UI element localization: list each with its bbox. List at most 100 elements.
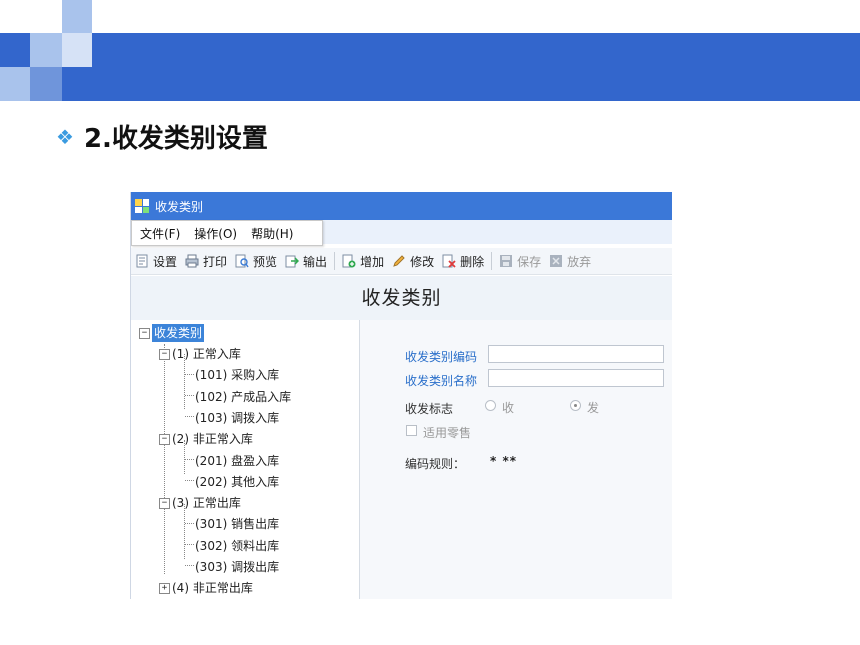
settings-button-label: 设置 bbox=[153, 254, 178, 269]
tree-leaf[interactable]: (303) 调拨出库 bbox=[195, 558, 279, 576]
window-title: 收发类别 bbox=[155, 199, 204, 214]
tree-leaf-label: (303) 调拨出库 bbox=[195, 560, 280, 574]
collapse-icon[interactable]: − bbox=[159, 348, 170, 360]
tree-connector-line bbox=[185, 459, 194, 460]
tree-group[interactable]: − (2) 非正常入库 bbox=[159, 430, 253, 448]
discard-button-label: 放弃 bbox=[567, 254, 592, 269]
name-input[interactable] bbox=[488, 369, 664, 387]
print-icon bbox=[185, 254, 199, 268]
tree-connector-line bbox=[185, 374, 194, 375]
export-button[interactable]: 输出 bbox=[285, 253, 327, 270]
tree-group-label: (3) 正常出库 bbox=[172, 496, 241, 511]
save-icon bbox=[500, 255, 513, 267]
tree-connector-line bbox=[185, 480, 194, 481]
tree-group[interactable]: − (1) 正常入库 bbox=[159, 345, 241, 363]
tree-leaf-label: (101) 采购入库 bbox=[195, 368, 280, 383]
retail-checkbox-label: 适用零售 bbox=[423, 426, 472, 440]
tree-connector-line bbox=[184, 504, 185, 559]
retail-checkbox[interactable] bbox=[406, 425, 417, 436]
header-decor-square bbox=[62, 33, 92, 67]
edit-pencil-icon bbox=[393, 255, 405, 267]
tree-leaf[interactable]: (103) 调拨入库 bbox=[195, 409, 279, 427]
preview-button-label: 预览 bbox=[253, 254, 278, 269]
header-decor-square bbox=[62, 0, 92, 33]
menu-help[interactable]: 帮助(H) bbox=[251, 225, 293, 242]
radio-send-label: 发 bbox=[587, 401, 600, 415]
tree-group[interactable]: + (4) 非正常出库 bbox=[159, 579, 253, 597]
name-label: 收发类别名称 bbox=[405, 374, 478, 388]
tree-group-label: (1) 正常入库 bbox=[172, 347, 241, 361]
tree-leaf-label: (102) 产成品入库 bbox=[195, 389, 292, 404]
tree-leaf[interactable]: (101) 采购入库 bbox=[195, 366, 279, 384]
tree-connector-line bbox=[185, 565, 194, 566]
collapse-icon[interactable]: − bbox=[159, 497, 170, 509]
flag-label: 收发标志 bbox=[405, 402, 454, 416]
form-title-bar: 收发类别 bbox=[131, 276, 672, 321]
tree-root[interactable]: − 收发类别 bbox=[139, 324, 205, 342]
form-title: 收发类别 bbox=[361, 287, 442, 309]
rule-value: * ** bbox=[490, 454, 518, 468]
add-button[interactable]: 增加 bbox=[342, 253, 384, 270]
settings-icon bbox=[136, 254, 148, 268]
slide-title-text: 2.收发类别设置 bbox=[83, 124, 268, 154]
menubar-background bbox=[321, 220, 672, 244]
menu-file[interactable]: 文件(F) bbox=[140, 225, 180, 242]
delete-button-label: 删除 bbox=[460, 254, 485, 269]
tree-leaf[interactable]: (301) 销售出库 bbox=[195, 515, 279, 533]
settings-button[interactable]: 设置 bbox=[135, 253, 177, 270]
tree-leaf-label: (302) 领料出库 bbox=[195, 538, 280, 553]
tree-root-label: 收发类别 bbox=[152, 324, 205, 342]
collapse-icon[interactable]: − bbox=[159, 433, 170, 445]
save-button[interactable]: 保存 bbox=[499, 253, 541, 270]
toolbar-separator bbox=[491, 252, 493, 270]
tree-leaf-label: (301) 销售出库 bbox=[195, 517, 280, 532]
slide-header-bar bbox=[0, 33, 860, 101]
tree-connector-line bbox=[185, 395, 194, 396]
app-icon bbox=[135, 199, 149, 213]
discard-icon bbox=[550, 255, 563, 267]
tree-connector-line bbox=[164, 344, 165, 574]
tree-leaf[interactable]: (102) 产成品入库 bbox=[195, 388, 291, 406]
rule-label: 编码规则： bbox=[405, 457, 466, 471]
radio-receive[interactable] bbox=[485, 400, 496, 411]
tree-leaf[interactable]: (202) 其他入库 bbox=[195, 473, 279, 491]
tree-group[interactable]: − (3) 正常出库 bbox=[159, 494, 241, 512]
tree-leaf[interactable]: (302) 领料出库 bbox=[195, 537, 279, 555]
tree-leaf-label: (103) 调拨入库 bbox=[195, 410, 280, 425]
add-button-label: 增加 bbox=[360, 254, 385, 269]
code-label: 收发类别编码 bbox=[405, 350, 478, 364]
header-decor-square bbox=[30, 67, 62, 101]
app-window: 收发类别 文件(F) 操作(O) 帮助(H) 设置 打印 预览 输出 增加 修改… bbox=[130, 192, 672, 599]
header-decor-square bbox=[30, 33, 62, 67]
collapse-icon[interactable]: − bbox=[139, 327, 150, 339]
edit-button-label: 修改 bbox=[410, 254, 435, 269]
preview-button[interactable]: 预览 bbox=[235, 253, 277, 270]
tree-leaf-label: (201) 盘盈入库 bbox=[195, 453, 280, 468]
save-button-label: 保存 bbox=[517, 254, 542, 269]
radio-receive-label: 收 bbox=[502, 401, 515, 415]
window-titlebar[interactable]: 收发类别 bbox=[131, 192, 672, 220]
print-button-label: 打印 bbox=[203, 254, 228, 269]
tree-connector-line bbox=[185, 544, 194, 545]
code-input[interactable] bbox=[488, 345, 664, 363]
bullet-diamond-icon: ❖ bbox=[56, 124, 74, 149]
tree-group-label: (2) 非正常入库 bbox=[172, 432, 253, 447]
delete-button[interactable]: 删除 bbox=[442, 253, 484, 270]
tree-group-label: (4) 非正常出库 bbox=[172, 581, 253, 596]
menubar: 文件(F) 操作(O) 帮助(H) bbox=[131, 220, 323, 246]
discard-button[interactable]: 放弃 bbox=[549, 253, 591, 270]
radio-send[interactable] bbox=[570, 400, 581, 411]
expand-icon[interactable]: + bbox=[159, 582, 170, 594]
toolbar-separator bbox=[334, 252, 336, 270]
menu-operate[interactable]: 操作(O) bbox=[194, 225, 237, 242]
print-button[interactable]: 打印 bbox=[185, 253, 227, 270]
detail-panel: 收发类别编码 收发类别名称 收发标志 收 发 适用零售 编码规则： * ** bbox=[360, 320, 672, 599]
delete-icon bbox=[442, 254, 456, 268]
category-tree[interactable]: − 收发类别 − (1) 正常入库 (101) 采购入库 (102) 产成品入库 (103)… bbox=[131, 320, 360, 599]
edit-button[interactable]: 修改 bbox=[392, 253, 434, 270]
tree-leaf-label: (202) 其他入库 bbox=[195, 474, 280, 489]
header-decor-square bbox=[0, 67, 30, 101]
tree-leaf[interactable]: (201) 盘盈入库 bbox=[195, 452, 279, 470]
toolbar: 设置 打印 预览 输出 增加 修改 删除 保存 放弃 bbox=[131, 248, 672, 275]
export-icon bbox=[285, 255, 300, 268]
